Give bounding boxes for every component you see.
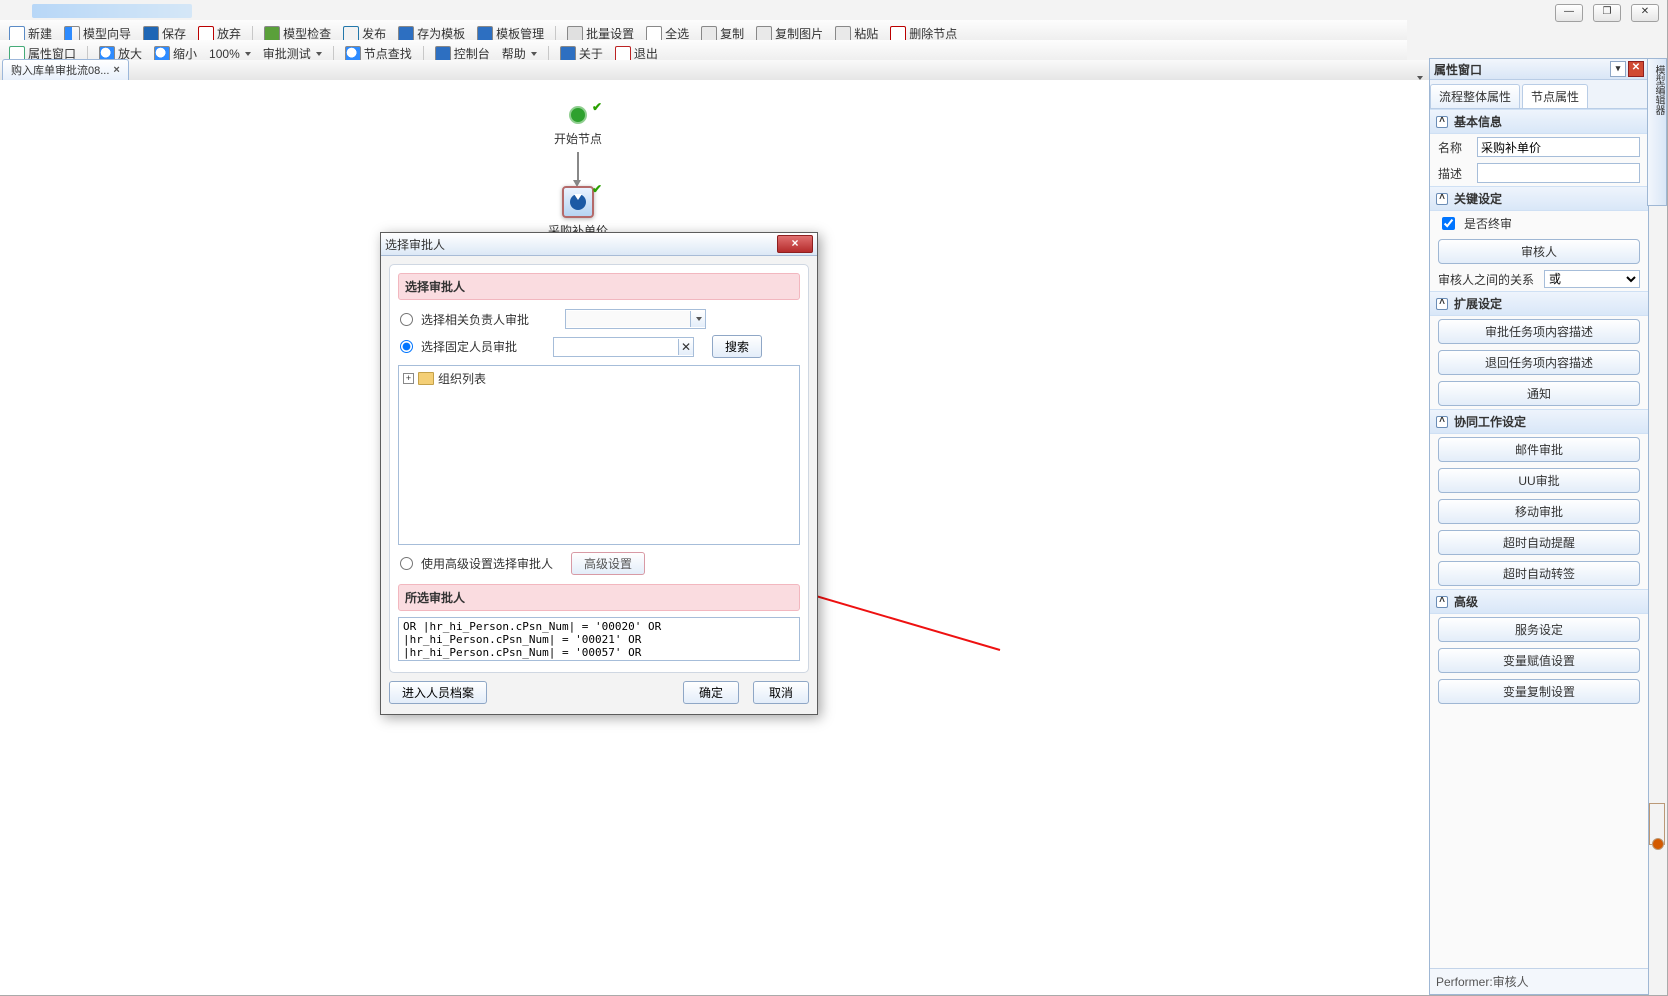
group-adv[interactable]: ˄ 高级 xyxy=(1430,589,1648,614)
group-label: 基本信息 xyxy=(1454,113,1502,130)
group-label: 扩展设定 xyxy=(1454,295,1502,312)
dialog-section-header: 选择审批人 xyxy=(398,273,800,300)
clear-icon[interactable]: ✕ xyxy=(678,339,693,355)
tree-root-node[interactable]: + 组织列表 xyxy=(403,370,795,387)
adv-var-assign-button[interactable]: 变量赋值设置 xyxy=(1438,648,1640,673)
maximize-button[interactable]: ❐ xyxy=(1593,4,1621,22)
tab-node-properties[interactable]: 节点属性 xyxy=(1522,84,1588,108)
name-label: 名称 xyxy=(1438,139,1471,156)
select-approver-dialog: 选择审批人 × 选择审批人 选择相关负责人审批 选择固定人员审批 xyxy=(380,232,818,715)
ok-button[interactable]: 确定 xyxy=(683,681,739,704)
ghost-title-bar xyxy=(32,4,192,18)
group-coop[interactable]: ˄ 协同工作设定 xyxy=(1430,409,1648,434)
pin-icon[interactable]: ▾ xyxy=(1610,61,1626,77)
window-close-button[interactable]: ✕ xyxy=(1631,4,1659,22)
open-personnel-button[interactable]: 进入人员档案 xyxy=(389,681,487,704)
check-icon: ✔ xyxy=(592,182,602,196)
radio-responsible[interactable] xyxy=(400,313,413,326)
start-node-label: 开始节点 xyxy=(548,130,608,147)
tree-expand-icon[interactable]: + xyxy=(403,373,414,384)
radio-responsible-label: 选择相关负责人审批 xyxy=(421,311,529,328)
radio-fixed[interactable] xyxy=(400,340,413,353)
activity-node-icon xyxy=(562,186,594,218)
tree-root-label: 组织列表 xyxy=(438,370,486,387)
advanced-settings-button[interactable]: 高级设置 xyxy=(571,552,645,575)
org-tree[interactable]: + 组织列表 xyxy=(398,365,800,545)
search-button[interactable]: 搜索 xyxy=(712,335,762,358)
approver-button[interactable]: 审核人 xyxy=(1438,239,1640,264)
group-ext[interactable]: ˄ 扩展设定 xyxy=(1430,291,1648,316)
collapse-icon[interactable]: ˄ xyxy=(1436,193,1448,205)
desc-label: 描述 xyxy=(1438,165,1471,182)
coop-timeout-transfer-button[interactable]: 超时自动转签 xyxy=(1438,561,1640,586)
group-label: 协同工作设定 xyxy=(1454,413,1526,430)
chevron-down-icon[interactable] xyxy=(690,311,705,327)
coop-mail-button[interactable]: 邮件审批 xyxy=(1438,437,1640,462)
responsible-combo[interactable] xyxy=(565,309,706,329)
chevron-down-icon xyxy=(316,52,322,56)
collapsed-side-panel[interactable]: 模型编辑器 xyxy=(1647,58,1667,206)
coop-uu-button[interactable]: UU审批 xyxy=(1438,468,1640,493)
radio-advanced[interactable] xyxy=(400,557,413,570)
name-input[interactable] xyxy=(1477,137,1640,157)
dialog-titlebar[interactable]: 选择审批人 × xyxy=(381,233,817,256)
dialog-title: 选择审批人 xyxy=(385,236,777,253)
cancel-button[interactable]: 取消 xyxy=(753,681,809,704)
adv-var-copy-button[interactable]: 变量复制设置 xyxy=(1438,679,1640,704)
properties-footer: Performer:审核人 xyxy=(1430,968,1648,994)
tab-flow-properties[interactable]: 流程整体属性 xyxy=(1430,84,1520,108)
collapse-icon[interactable]: ˄ xyxy=(1436,116,1448,128)
tab-title: 购入库单审批流08... xyxy=(11,62,109,78)
minimize-button[interactable]: — xyxy=(1555,4,1583,22)
radio-fixed-label: 选择固定人员审批 xyxy=(421,338,517,355)
final-checkbox[interactable] xyxy=(1442,217,1455,230)
relation-label: 审核人之间的关系 xyxy=(1438,271,1538,288)
dialog-close-button[interactable]: × xyxy=(777,235,813,253)
ext-notify-button[interactable]: 通知 xyxy=(1438,381,1640,406)
radio-advanced-label: 使用高级设置选择审批人 xyxy=(421,555,553,572)
collapse-icon[interactable]: ˄ xyxy=(1436,596,1448,608)
chevron-down-icon xyxy=(531,52,537,56)
check-icon: ✔ xyxy=(592,100,602,114)
properties-title: 属性窗口 xyxy=(1434,61,1610,78)
document-tabs: 购入库单审批流08... × xyxy=(0,60,1429,81)
coop-timeout-remind-button[interactable]: 超时自动提醒 xyxy=(1438,530,1640,555)
collapse-icon[interactable]: ˄ xyxy=(1436,416,1448,428)
fixed-person-combo[interactable]: ✕ xyxy=(553,337,694,357)
start-node-icon xyxy=(569,106,587,124)
ext-approve-desc-button[interactable]: 审批任务项内容描述 xyxy=(1438,319,1640,344)
final-label: 是否终审 xyxy=(1464,215,1512,232)
fixed-person-input[interactable] xyxy=(554,339,678,355)
collapse-icon[interactable]: ˄ xyxy=(1436,298,1448,310)
selected-approver-expression[interactable]: OR |hr_hi_Person.cPsn_Num| = '00020' OR … xyxy=(398,617,800,661)
side-gauge xyxy=(1649,803,1665,845)
properties-panel: 属性窗口 ▾ ✕ 流程整体属性 节点属性 ˄ 基本信息 名称 描述 ˄ 关键设定 是… xyxy=(1429,58,1649,995)
zoom-value: 100% xyxy=(209,47,240,61)
folder-icon xyxy=(418,372,434,385)
group-label: 关键设定 xyxy=(1454,190,1502,207)
coop-mobile-button[interactable]: 移动审批 xyxy=(1438,499,1640,524)
relation-select[interactable]: 或 xyxy=(1544,270,1640,288)
flow-connector xyxy=(577,152,579,182)
responsible-combo-input[interactable] xyxy=(566,311,690,327)
document-tab[interactable]: 购入库单审批流08... × xyxy=(2,59,129,80)
panel-close-icon[interactable]: ✕ xyxy=(1628,61,1644,77)
tab-close-icon[interactable]: × xyxy=(113,64,119,76)
chevron-down-icon xyxy=(245,52,251,56)
group-key[interactable]: ˄ 关键设定 xyxy=(1430,186,1648,211)
desc-input[interactable] xyxy=(1477,163,1640,183)
adv-service-button[interactable]: 服务设定 xyxy=(1438,617,1640,642)
group-basic[interactable]: ˄ 基本信息 xyxy=(1430,109,1648,134)
start-node[interactable]: ✔ 开始节点 xyxy=(548,106,608,147)
group-label: 高级 xyxy=(1454,593,1478,610)
selected-approver-header: 所选审批人 xyxy=(398,584,800,611)
ext-reject-desc-button[interactable]: 退回任务项内容描述 xyxy=(1438,350,1640,375)
